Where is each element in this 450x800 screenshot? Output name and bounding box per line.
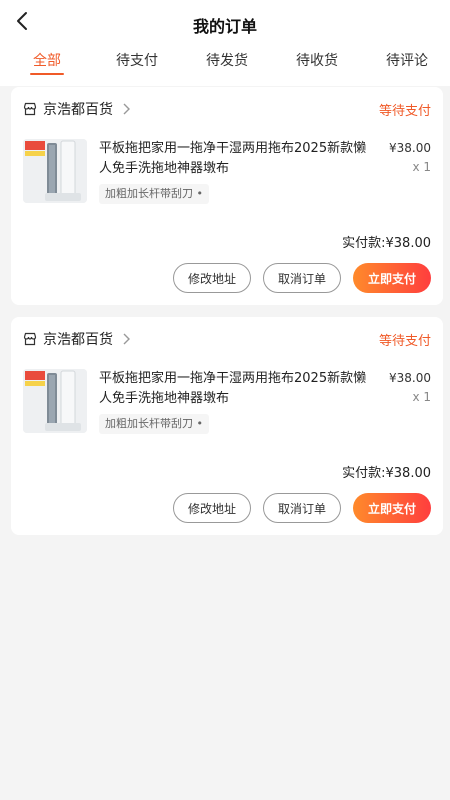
total-value: ¥38.00 bbox=[385, 236, 432, 251]
edit-address-button[interactable]: 修改地址 bbox=[173, 263, 251, 293]
total-paid: 实付款:¥38.00 bbox=[342, 462, 431, 481]
sku-tag[interactable]: 加粗加长杆带刮刀 • bbox=[99, 414, 209, 434]
sku-label: 加粗加长杆带刮刀 bbox=[105, 417, 193, 430]
mop-product-image bbox=[23, 139, 87, 203]
unit-price: ¥38.00 bbox=[389, 141, 431, 155]
sku-tag[interactable]: 加粗加长杆带刮刀 • bbox=[99, 184, 209, 204]
edit-address-button[interactable]: 修改地址 bbox=[173, 493, 251, 523]
total-label: 实付款: bbox=[342, 466, 386, 481]
shop-link[interactable]: 京浩都百货 bbox=[23, 329, 131, 349]
store-icon bbox=[23, 102, 37, 116]
pay-now-button[interactable]: 立即支付 bbox=[353, 263, 431, 293]
cancel-order-button[interactable]: 取消订单 bbox=[263, 493, 341, 523]
mop-product-image bbox=[23, 369, 87, 433]
dot-icon: • bbox=[196, 417, 204, 430]
store-icon bbox=[23, 332, 37, 346]
chevron-right-icon bbox=[123, 103, 130, 115]
order-card: 京浩都百货 等待支付 平板拖把家用一拖净干湿两用拖布2025新款懒人免手洗拖地神… bbox=[11, 87, 443, 305]
quantity: x 1 bbox=[412, 390, 431, 404]
tab-pending-receipt[interactable]: 待收货 bbox=[296, 50, 338, 70]
dot-icon: • bbox=[196, 187, 204, 200]
tab-pending-payment[interactable]: 待支付 bbox=[116, 50, 158, 70]
total-value: ¥38.00 bbox=[385, 466, 432, 481]
order-status: 等待支付 bbox=[378, 104, 431, 119]
tab-all[interactable]: 全部 bbox=[33, 50, 61, 70]
active-tab-indicator bbox=[30, 73, 64, 75]
total-paid: 实付款:¥38.00 bbox=[342, 232, 431, 251]
product-title[interactable]: 平板拖把家用一拖净干湿两用拖布2025新款懒人免手洗拖地神器墩布 bbox=[99, 369, 369, 409]
order-tabs: 全部 待支付 待发货 待收货 待评论 bbox=[0, 50, 450, 76]
top-bar: 我的订单 全部 待支付 待发货 待收货 待评论 bbox=[0, 0, 450, 86]
tab-pending-shipment[interactable]: 待发货 bbox=[206, 50, 248, 70]
unit-price: ¥38.00 bbox=[389, 371, 431, 385]
quantity: x 1 bbox=[412, 160, 431, 174]
order-status: 等待支付 bbox=[378, 334, 431, 349]
product-title[interactable]: 平板拖把家用一拖净干湿两用拖布2025新款懒人免手洗拖地神器墩布 bbox=[99, 139, 369, 179]
tab-pending-review[interactable]: 待评论 bbox=[386, 50, 428, 70]
page-title: 我的订单 bbox=[192, 17, 257, 36]
product-image[interactable] bbox=[23, 139, 87, 203]
shop-name: 京浩都百货 bbox=[43, 102, 113, 118]
shop-link[interactable]: 京浩都百货 bbox=[23, 99, 131, 119]
pay-now-button[interactable]: 立即支付 bbox=[353, 493, 431, 523]
total-label: 实付款: bbox=[342, 236, 386, 251]
sku-label: 加粗加长杆带刮刀 bbox=[105, 187, 193, 200]
shop-name: 京浩都百货 bbox=[43, 332, 113, 348]
cancel-order-button[interactable]: 取消订单 bbox=[263, 263, 341, 293]
product-image[interactable] bbox=[23, 369, 87, 433]
chevron-right-icon bbox=[123, 333, 130, 345]
order-card: 京浩都百货 等待支付 平板拖把家用一拖净干湿两用拖布2025新款懒人免手洗拖地神… bbox=[11, 317, 443, 535]
